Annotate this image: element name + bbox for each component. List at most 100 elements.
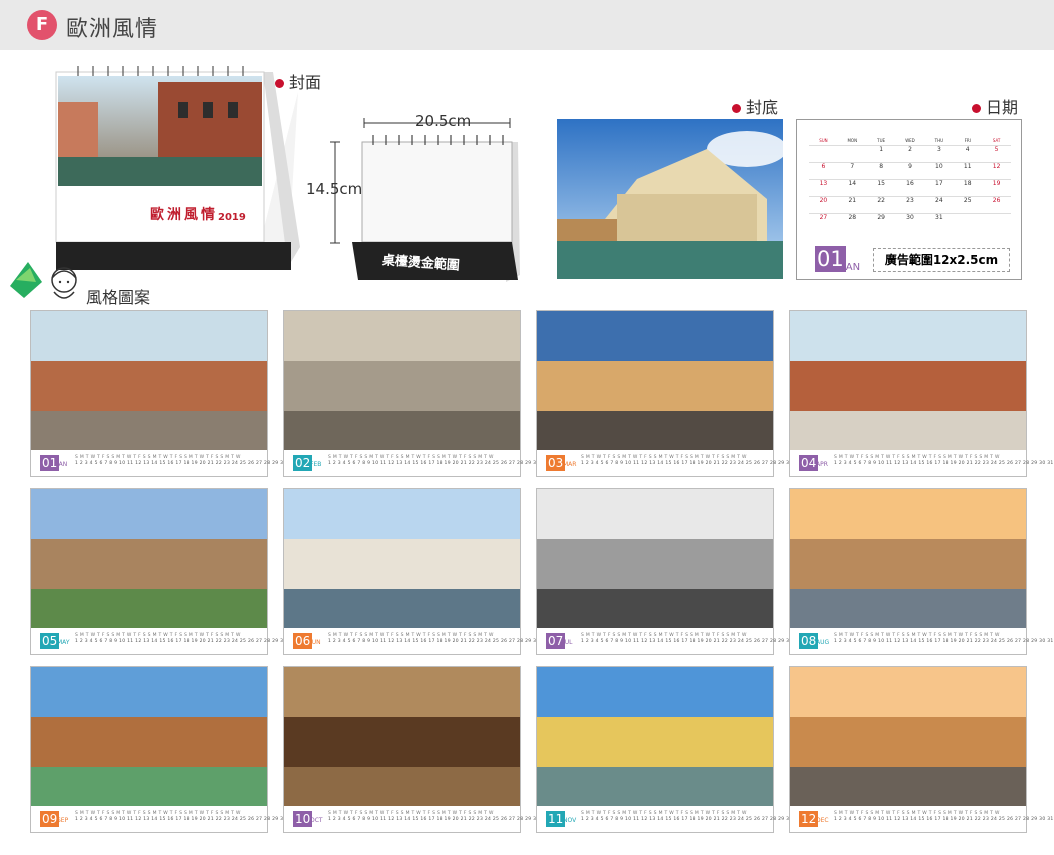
month-photo: [31, 667, 267, 806]
month-name: MAR: [563, 461, 577, 468]
week-strip: S M T W T F S S M T W T F S S M T W T F …: [328, 633, 494, 638]
date-cell: 3: [924, 145, 954, 160]
date-cell: 31: [924, 213, 954, 228]
label-back: 封底: [732, 94, 778, 118]
section-title: 歐洲風情: [66, 17, 159, 42]
week-strip: S M T W T F S S M T W T F S S M T W T F …: [75, 633, 241, 638]
month-photo: [537, 311, 773, 450]
month-photo: [790, 667, 1026, 806]
month-photo: [790, 311, 1026, 450]
date-cell: 21: [837, 196, 867, 211]
date-cell: 19: [982, 179, 1011, 194]
month-photo: [537, 667, 773, 806]
date-cell: 28: [837, 213, 867, 228]
date-cell: 15: [866, 179, 896, 194]
day-strip: 1 2 3 4 5 6 7 8 9 10 11 12 13 14 15 16 1…: [75, 461, 295, 466]
month-card: 04 APR S M T W T F S S M T W T F S S M T W…: [789, 310, 1053, 477]
weekday-header: WED: [905, 138, 915, 143]
month-photo: [537, 489, 773, 628]
day-strip: 1 2 3 4 5 6 7 8 9 10 11 12 13 14 15 16 1…: [328, 639, 548, 644]
month-card: 08 AUG S M T W T F S S M T W T F S S M T W…: [789, 488, 1053, 655]
date-grid: SUN MON TUE WED THU FRI SAT 1 2 3 4 5 6 7 8 9 10 11 12 13 14…: [809, 138, 1011, 228]
day-strip: 1 2 3 4 5 6 7 8 9 10 11 12 13 14 15 16 1…: [328, 461, 548, 466]
month-name: JAN: [57, 461, 68, 468]
date-cell: 14: [837, 179, 867, 194]
date-cell: 5: [982, 145, 1011, 160]
month-card: 02 FEB S M T W T F S S M T W T F S S M T W…: [283, 310, 547, 477]
date-cell: [837, 145, 867, 160]
month-name: JUN: [310, 639, 321, 646]
month-photo: [284, 311, 520, 450]
cover-year: 2019: [218, 212, 246, 223]
date-page: SUN MON TUE WED THU FRI SAT 1 2 3 4 5 6 7 8 9 10 11 12 13 14…: [796, 119, 1022, 280]
date-cell: 17: [924, 179, 954, 194]
date-cell: 10: [924, 162, 954, 177]
week-strip: S M T W T F S S M T W T F S S M T W T F …: [581, 633, 747, 638]
day-strip: 1 2 3 4 5 6 7 8 9 10 11 12 13 14 15 16 1…: [581, 639, 801, 644]
month-card: 03 MAR S M T W T F S S M T W T F S S M T W…: [536, 310, 800, 477]
day-strip: 1 2 3 4 5 6 7 8 9 10 11 12 13 14 15 16 1…: [581, 461, 801, 466]
date-cell: [982, 213, 1011, 228]
month-name: JUL: [563, 639, 573, 646]
date-cell: [953, 213, 983, 228]
week-strip: S M T W T F S S M T W T F S S M T W T F …: [581, 811, 747, 816]
girl-icon: [51, 267, 77, 299]
date-cell: 18: [953, 179, 983, 194]
ad-area-label: 廣告範圍12x2.5cm: [873, 248, 1010, 272]
day-strip: 1 2 3 4 5 6 7 8 9 10 11 12 13 14 15 16 1…: [581, 817, 801, 822]
month-card: 06 JUN S M T W T F S S M T W T F S S M T W…: [283, 488, 547, 655]
date-cell: [809, 145, 838, 160]
month-name: OCT: [310, 817, 323, 824]
month-card: 11 NOV S M T W T F S S M T W T F S S M T W…: [536, 666, 800, 833]
date-cell: 29: [866, 213, 896, 228]
month-card: 10 OCT S M T W T F S S M T W T F S S M T W…: [283, 666, 547, 833]
month-name: MAY: [57, 639, 70, 646]
week-strip: S M T W T F S S M T W T F S S M T W T F …: [834, 455, 1000, 460]
date-month-name: JAN: [843, 262, 861, 273]
date-cell: 24: [924, 196, 954, 211]
day-strip: 1 2 3 4 5 6 7 8 9 10 11 12 13 14 15 16 1…: [834, 461, 1054, 466]
month-photo: [790, 489, 1026, 628]
month-card: 07 JUL S M T W T F S S M T W T F S S M T W…: [536, 488, 800, 655]
cover-title: 歐洲風情: [150, 207, 218, 223]
month-photo: [31, 489, 267, 628]
leaf-icon: [10, 262, 42, 298]
month-name: FEB: [310, 461, 322, 468]
date-cell: 8: [866, 162, 896, 177]
day-strip: 1 2 3 4 5 6 7 8 9 10 11 12 13 14 15 16 1…: [75, 639, 295, 644]
date-cell: 23: [895, 196, 925, 211]
date-cell: 7: [837, 162, 867, 177]
weekday-header: THU: [934, 138, 944, 143]
day-strip: 1 2 3 4 5 6 7 8 9 10 11 12 13 14 15 16 1…: [75, 817, 295, 822]
date-cell: 2: [895, 145, 925, 160]
weekday-header: SUN: [819, 138, 828, 143]
week-strip: S M T W T F S S M T W T F S S M T W T F …: [834, 811, 1000, 816]
month-name: SEP: [57, 817, 69, 824]
week-strip: S M T W T F S S M T W T F S S M T W T F …: [834, 633, 1000, 638]
day-strip: 1 2 3 4 5 6 7 8 9 10 11 12 13 14 15 16 1…: [834, 817, 1054, 822]
date-cell: 11: [953, 162, 983, 177]
weekday-header: MON: [847, 138, 858, 143]
month-name: APR: [816, 461, 828, 468]
month-card: 05 MAY S M T W T F S S M T W T F S S M T W…: [30, 488, 294, 655]
month-photo: [284, 667, 520, 806]
weekday-header: TUE: [877, 138, 886, 143]
week-strip: S M T W T F S S M T W T F S S M T W T F …: [581, 455, 747, 460]
date-cell: 1: [866, 145, 896, 160]
back-cover-photo: [557, 119, 783, 279]
month-card: 09 SEP S M T W T F S S M T W T F S S M T W…: [30, 666, 294, 833]
week-strip: S M T W T F S S M T W T F S S M T W T F …: [328, 811, 494, 816]
section-badge: F: [27, 10, 57, 40]
date-month-number: 01: [815, 246, 846, 272]
date-cell: 30: [895, 213, 925, 228]
month-card: 01 JAN S M T W T F S S M T W T F S S M T W…: [30, 310, 294, 477]
cover-calendar-product: [55, 66, 300, 270]
section-header: F 歐洲風情: [0, 0, 1054, 50]
height-arrow: [330, 141, 340, 244]
day-strip: 1 2 3 4 5 6 7 8 9 10 11 12 13 14 15 16 1…: [328, 817, 548, 822]
width-arrow: [363, 118, 511, 128]
date-cell: 26: [982, 196, 1011, 211]
weekday-header: SAT: [992, 138, 1001, 143]
label-cover: 封面: [275, 69, 321, 93]
date-cell: 22: [866, 196, 896, 211]
